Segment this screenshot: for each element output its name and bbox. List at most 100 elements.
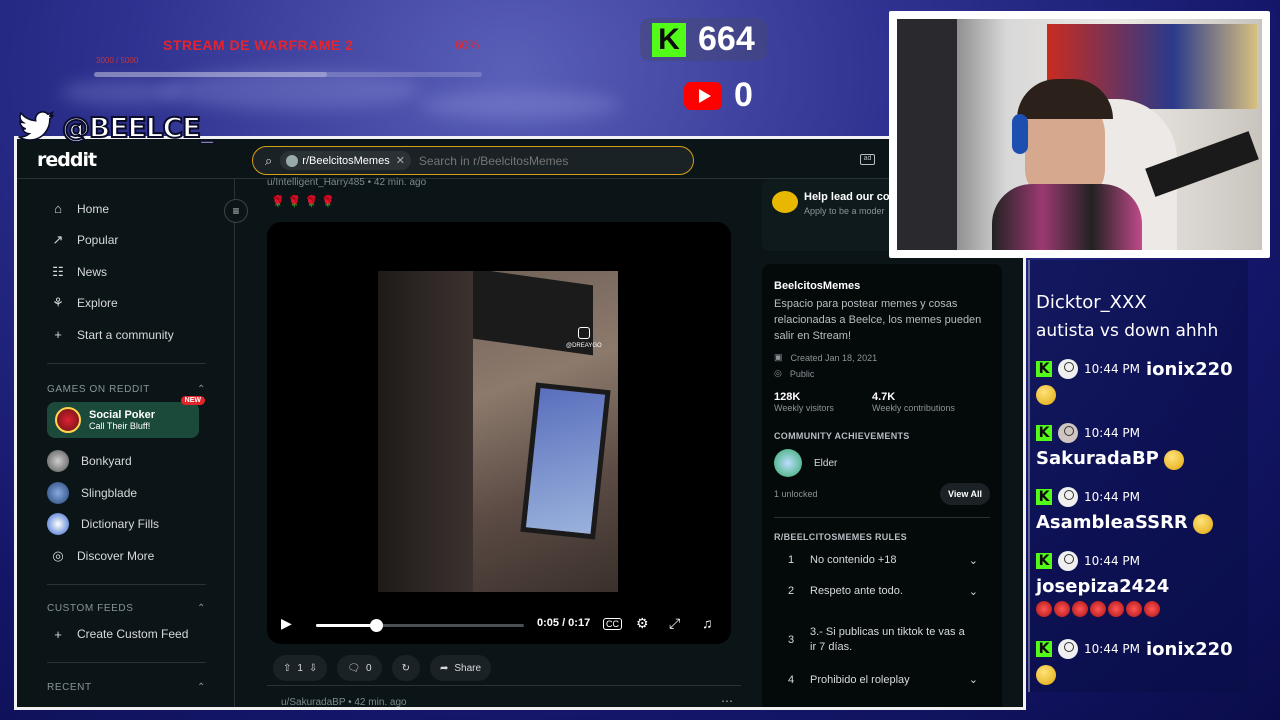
weekly-contributions: 4.7K [872, 391, 896, 403]
next-post-author[interactable]: u/SakuradaBP • 42 min. ago [281, 697, 407, 707]
video-seek-bar[interactable] [316, 619, 524, 632]
nav-news[interactable]: ☷ News [17, 256, 234, 288]
seek-handle[interactable] [370, 619, 384, 632]
chevron-up-icon: ⌃ [197, 603, 206, 614]
social-poker-icon [55, 406, 81, 433]
achievement-badge-icon [774, 449, 802, 477]
nav-label: Create Custom Feed [77, 627, 189, 642]
cake-icon: ▣ [774, 352, 783, 362]
nav-label: News [77, 264, 108, 279]
rule-number: 4 [788, 673, 795, 686]
rule-item[interactable]: 3 3.- Si publicas un tiktok te vas a ir … [774, 616, 990, 664]
chat-time: 10:44 PM [1084, 642, 1140, 656]
upvote-icon[interactable]: ⇧ [283, 663, 291, 674]
youtube-count: 0 [734, 76, 753, 114]
twitter-handle-text: @BEELCE_ [61, 110, 215, 145]
weekly-contributions-label: Weekly contributions [872, 403, 955, 413]
twitter-handle-badge: @BEELCE_ [14, 108, 215, 146]
left-sidebar: ⌂ Home ↗ Popular ☷ News ⚘ Explore + Star… [17, 179, 235, 707]
downvote-icon[interactable]: ⇩ [309, 663, 317, 674]
rule-number: 2 [788, 585, 795, 597]
nav-popular[interactable]: ↗ Popular [17, 225, 234, 257]
nav-label: Explore [77, 296, 118, 311]
chat-username: Dicktor_XXX [1036, 292, 1147, 313]
comments-button[interactable]: 🗨 0 [337, 655, 382, 681]
rule-text: Respeto ante todo. [810, 585, 903, 597]
home-icon: ⌂ [54, 201, 62, 217]
post-actions: ⇧ 1 ⇩ 🗨 0 ↻ ➦ Share [273, 655, 492, 681]
nav-home[interactable]: ⌂ Home [17, 193, 234, 225]
goal-progress-fill [94, 72, 327, 77]
right-sidebar: Help lead our com Apply to be a moder Be… [762, 179, 1023, 707]
user-avatar-icon [1058, 359, 1078, 379]
search-community-chip[interactable]: r/BeelcitosMemes ✕ [280, 151, 411, 170]
smirk-emoji-icon [1036, 384, 1056, 405]
nav-start-community[interactable]: + Start a community [17, 319, 234, 351]
rule-item[interactable]: 2 Respeto ante todo. ⌄ [774, 585, 990, 616]
advertise-icon[interactable]: ad [860, 154, 875, 165]
nav-explore[interactable]: ⚘ Explore [17, 288, 234, 320]
recent-section-header[interactable]: RECENT ⌃ [17, 677, 234, 697]
game-dictionary-fills[interactable]: Dictionary Fills [17, 509, 234, 541]
captions-icon[interactable]: CC [603, 618, 622, 630]
divider [774, 517, 990, 518]
community-description: Espacio para postear memes y cosas relac… [774, 298, 982, 342]
game-label: Bonkyard [81, 454, 132, 469]
rule-item[interactable]: 1 No contenido +18 ⌄ [774, 554, 990, 585]
rule-item[interactable]: 4 Prohibido el roleplay ⌄ [774, 664, 990, 695]
chat-time: 10:44 PM [1084, 426, 1140, 440]
sidebar-collapse-button[interactable]: ≡ [224, 199, 248, 223]
game-title: Social Poker [89, 408, 156, 421]
unlocked-count: 1 unlocked [774, 489, 818, 499]
bonkyard-icon [47, 450, 69, 473]
search-icon: ⌕ [265, 152, 273, 168]
game-social-poker[interactable]: Social Poker Call Their Bluff! NEW [47, 395, 205, 438]
comment-count: 0 [366, 662, 372, 674]
rose-emote-icon [1072, 601, 1088, 617]
more-options-icon[interactable]: ⋯ [721, 694, 733, 707]
help-card-title: Help lead our com [804, 191, 900, 203]
volume-icon[interactable]: ♫ [702, 615, 713, 631]
person-silhouette [378, 271, 473, 592]
achievement-row[interactable]: Elder [774, 449, 990, 477]
community-name: BeelcitosMemes [774, 280, 861, 292]
share-label: Share [454, 662, 482, 674]
view-all-button[interactable]: View All [939, 483, 990, 505]
create-custom-feed[interactable]: + Create Custom Feed [17, 619, 234, 651]
crosspost-icon: ↻ [401, 662, 410, 674]
goal-subtext: 3000 / 5000 [96, 56, 139, 65]
game-discover-more[interactable]: ◎ Discover More [17, 540, 234, 572]
play-icon[interactable]: ▶ [281, 615, 292, 632]
crosspost-button[interactable]: ↻ [391, 655, 420, 681]
kick-badge-icon: K [1036, 361, 1052, 377]
chat-username: SakuradaBP [1036, 448, 1159, 469]
chat-time: 10:44 PM [1084, 554, 1140, 568]
vote-button[interactable]: ⇧ 1 ⇩ [273, 655, 328, 681]
divider [47, 362, 206, 364]
rose-emote-icon [1144, 601, 1160, 617]
reddit-logo[interactable]: reddit [37, 149, 97, 171]
plus-icon: + [54, 626, 62, 642]
game-slingblade[interactable]: Slingblade [17, 477, 234, 509]
nav-label: Start a community [77, 327, 174, 342]
rule-text: Prohibido el roleplay [810, 673, 910, 686]
game-label: Dictionary Fills [81, 517, 160, 532]
youtube-viewer-counter: 0 [684, 76, 753, 115]
chip-close-icon[interactable]: ✕ [396, 154, 405, 167]
game-bonkyard[interactable]: Bonkyard [17, 446, 234, 478]
comment-icon: 🗨 [347, 662, 361, 674]
video-player[interactable]: @DREAYGO ▶ 0:05 / 0:17 CC ⚙ ⤢ ♫ [267, 222, 731, 644]
settings-gear-icon[interactable]: ⚙ [636, 615, 649, 632]
fullscreen-icon[interactable]: ⤢ [669, 615, 680, 632]
door [897, 19, 957, 250]
chat-username: ionix220 [1146, 638, 1233, 660]
custom-feeds-section-header[interactable]: CUSTOM FEEDS ⌃ [17, 599, 234, 619]
visibility-row: ◎ Public [774, 368, 990, 379]
share-icon: ➦ [440, 662, 449, 674]
search-bar[interactable]: ⌕ r/BeelcitosMemes ✕ [252, 146, 694, 175]
search-input[interactable] [418, 153, 679, 168]
user-avatar-icon [1058, 639, 1078, 659]
post-awards: 🌹 🌹 🌹 🌹 [271, 196, 335, 208]
share-button[interactable]: ➦ Share [430, 655, 492, 681]
post-author[interactable]: u/Intelligent_Harry485 • 42 min. ago [267, 177, 426, 188]
